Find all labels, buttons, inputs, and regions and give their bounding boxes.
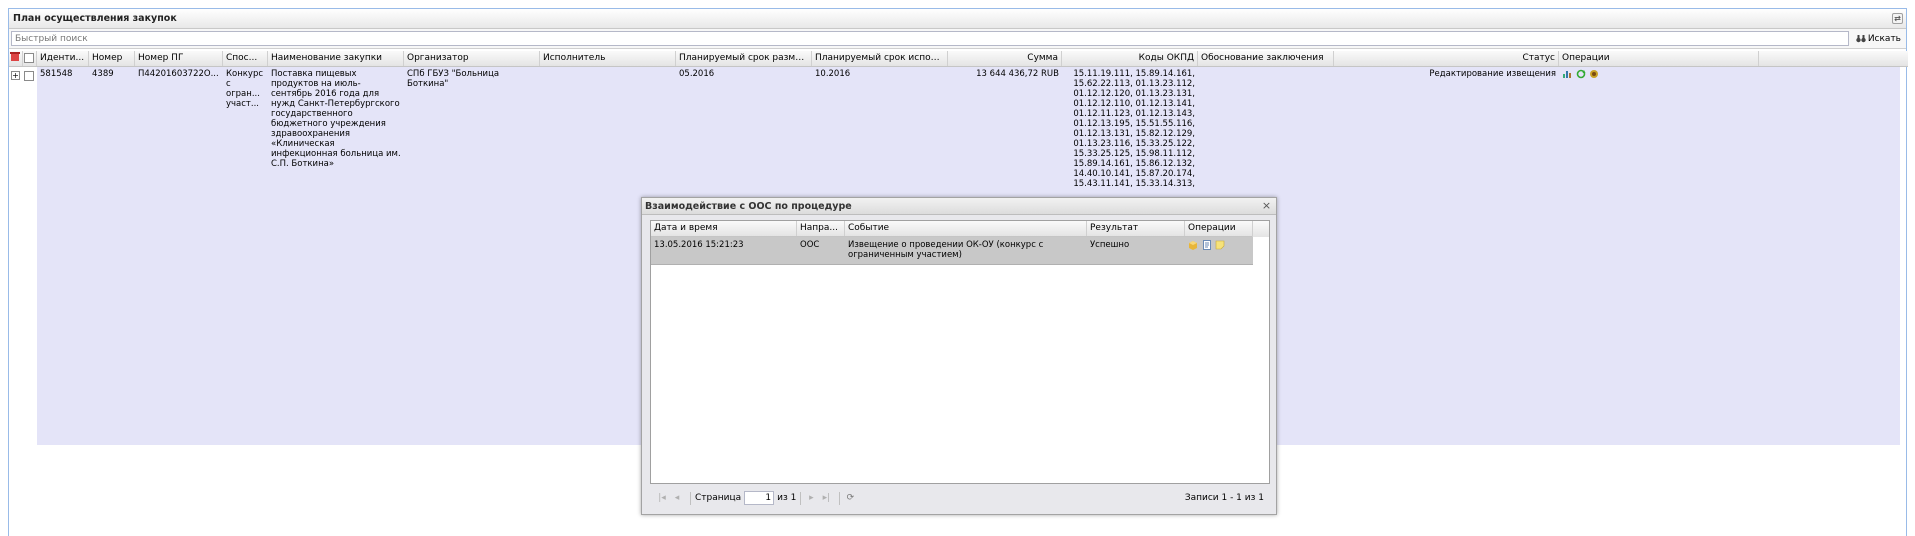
cell-method: Конкурс с огран... участ... <box>226 69 264 109</box>
pager-separator <box>839 491 841 505</box>
refresh-icon[interactable]: ⟳ <box>844 492 856 504</box>
col-event[interactable]: Событие <box>845 221 1087 236</box>
page-number-input[interactable] <box>744 491 775 505</box>
cell-pg-number: П44201603722О... <box>138 69 219 79</box>
refresh-icon[interactable]: ⇄ <box>1892 13 1903 24</box>
col-datetime[interactable]: Дата и время <box>651 221 797 236</box>
close-icon[interactable]: × <box>1261 200 1272 212</box>
oos-interaction-window: Взаимодействие с ООС по процедуре × Дата… <box>641 197 1277 515</box>
interaction-grid: Дата и время Напра... Событие Результат … <box>650 220 1270 484</box>
col-justification[interactable]: Обоснование заключения <box>1198 51 1334 66</box>
note-icon[interactable] <box>1215 240 1225 250</box>
quick-search-input[interactable] <box>11 31 1849 46</box>
col-number[interactable]: Номер <box>89 51 135 66</box>
col-window-operations[interactable]: Операции <box>1185 221 1253 236</box>
cell-direction: ООС <box>800 240 820 250</box>
pager-separator <box>800 491 802 505</box>
table-row[interactable]: 13.05.2016 15:21:23 ООС Извещение о пров… <box>651 237 1253 265</box>
cell-purchase-name: Поставка пищевых продуктов на июль-сентя… <box>271 69 401 169</box>
col-result[interactable]: Результат <box>1087 221 1185 236</box>
first-page-icon[interactable]: |◂ <box>656 492 668 504</box>
package-icon[interactable] <box>1188 240 1198 250</box>
sync-icon[interactable] <box>1576 69 1586 79</box>
next-page-icon[interactable]: ▸ <box>805 492 817 504</box>
cell-organizer: СПб ГБУЗ "Больница Боткина" <box>407 69 500 89</box>
col-purchase-name[interactable]: Наименование закупки <box>268 51 404 66</box>
col-status[interactable]: Статус <box>1334 51 1559 66</box>
window-header: Взаимодействие с ООС по процедуре <box>642 198 1276 215</box>
records-count: Записи 1 - 1 из 1 <box>1184 493 1264 503</box>
cell-status: Редактирование извещения <box>1429 69 1556 79</box>
col-direction[interactable]: Напра... <box>797 221 845 236</box>
binoculars-icon <box>1856 35 1866 43</box>
col-amount[interactable]: Сумма <box>948 51 1062 66</box>
cell-number: 4389 <box>92 69 114 79</box>
header-scroll-spacer <box>1252 221 1269 237</box>
prev-page-icon[interactable]: ◂ <box>671 492 683 504</box>
col-okpd-codes[interactable]: Коды ОКПД <box>1062 51 1198 66</box>
col-placement-date[interactable]: Планируемый срок размещ... <box>676 51 812 66</box>
col-operations[interactable]: Операции <box>1559 51 1759 66</box>
cell-datetime: 13.05.2016 15:21:23 <box>654 240 744 250</box>
cell-event: Извещение о проведении ОК-ОУ (конкурс с … <box>848 240 1044 260</box>
col-organizer[interactable]: Организатор <box>404 51 540 66</box>
pagination-toolbar: |◂ ◂ Страница из 1 ▸ ▸| ⟳ Записи 1 - 1 и… <box>650 487 1270 509</box>
panel-title: План осуществления закупок <box>13 13 177 24</box>
pager-separator <box>690 491 691 505</box>
last-page-icon[interactable]: ▸| <box>820 492 832 504</box>
cell-result: Успешно <box>1090 240 1130 250</box>
cell-operations <box>1559 67 1759 445</box>
col-method[interactable]: Спос... <box>223 51 268 66</box>
quick-search-bar: Искать <box>9 29 1906 49</box>
window-title: Взаимодействие с ООС по процедуре <box>645 200 852 212</box>
select-all-checkbox[interactable] <box>23 51 37 66</box>
panel-header: План осуществления закупок ⇄ <box>9 9 1906 29</box>
search-button[interactable]: Искать <box>1853 31 1904 46</box>
search-button-label: Искать <box>1867 33 1901 44</box>
col-executor[interactable]: Исполнитель <box>540 51 676 66</box>
grid-header: Иденти... Номер Номер ПГ Спос... Наимено… <box>9 51 1908 67</box>
chart-icon[interactable] <box>1562 69 1572 79</box>
page-label: Страница <box>695 493 742 503</box>
document-icon[interactable] <box>1202 240 1212 250</box>
row-checkbox[interactable] <box>23 67 37 445</box>
col-execution-date[interactable]: Планируемый срок исполн... <box>812 51 948 66</box>
clear-filter-icon[interactable] <box>9 51 23 66</box>
emblem-icon[interactable] <box>1589 69 1599 79</box>
interaction-grid-header: Дата и время Напра... Событие Результат … <box>651 221 1269 237</box>
col-id[interactable]: Иденти... <box>37 51 89 66</box>
col-pg-number[interactable]: Номер ПГ <box>135 51 223 66</box>
cell-id: 581548 <box>40 69 73 79</box>
row-expander[interactable]: + <box>9 67 23 445</box>
cell-row-operations <box>1185 237 1253 264</box>
page-of-label: из 1 <box>777 493 797 503</box>
